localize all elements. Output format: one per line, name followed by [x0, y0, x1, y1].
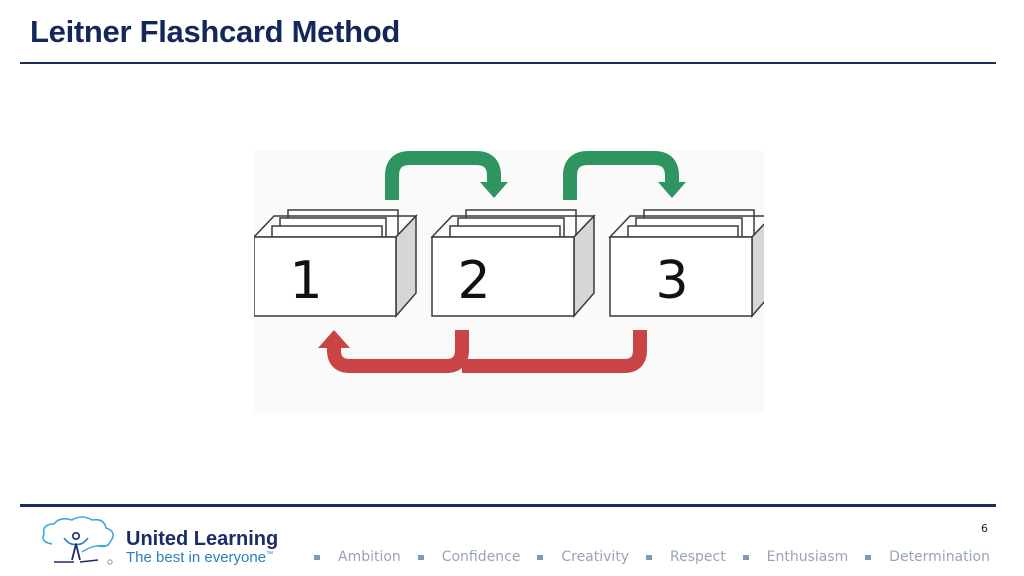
value-item-enthusiasm: Enthusiasm — [742, 549, 849, 565]
bullet-icon — [742, 554, 749, 560]
box-1-label: 1 — [289, 251, 322, 311]
value-item-confidence: Confidence — [417, 549, 521, 565]
value-label: Ambition — [338, 549, 401, 565]
promote-arrowhead-2 — [658, 182, 686, 198]
page-number: 6 — [981, 522, 988, 535]
value-item-respect: Respect — [646, 549, 726, 565]
bullet-icon — [537, 554, 544, 560]
value-label: Determination — [889, 549, 990, 565]
bullet-icon — [417, 554, 424, 560]
demote-arrow — [327, 330, 647, 373]
promote-arrow-1-to-2 — [385, 151, 501, 200]
values-list: Ambition Confidence Creativity Respect E… — [314, 549, 990, 565]
title-divider — [20, 62, 996, 64]
brand-name: United Learning — [126, 528, 279, 550]
united-learning-logo: United Learning The best in everyone™ — [38, 514, 288, 570]
value-item-ambition: Ambition — [314, 549, 401, 565]
slide-title: Leitner Flashcard Method — [30, 14, 401, 49]
box-2-label: 2 — [457, 251, 490, 311]
box-2 — [430, 209, 596, 319]
value-label: Enthusiasm — [766, 549, 849, 565]
leitner-diagram: 1 2 3 — [254, 150, 764, 412]
tagline-text: The best in everyone — [126, 549, 267, 566]
bullet-icon — [314, 554, 320, 560]
tree-logo-icon — [42, 516, 114, 565]
leitner-diagram-svg: 1 2 3 — [254, 151, 764, 373]
bullet-icon — [646, 554, 652, 560]
value-item-determination: Determination — [865, 549, 990, 565]
value-label: Respect — [670, 549, 726, 565]
box-3-label: 3 — [655, 251, 688, 311]
bullet-icon — [865, 554, 872, 560]
value-item-creativity: Creativity — [537, 549, 629, 565]
promote-arrowhead-1 — [480, 182, 508, 198]
brand-tagline: The best in everyone™ — [126, 549, 273, 566]
box-1 — [254, 209, 418, 319]
demote-arrowhead — [318, 330, 350, 348]
value-label: Creativity — [561, 549, 630, 565]
footer-divider — [20, 504, 996, 507]
trademark-mark: ™ — [266, 551, 274, 558]
promote-arrow-2-to-3 — [563, 151, 679, 200]
value-label: Confidence — [441, 549, 521, 565]
